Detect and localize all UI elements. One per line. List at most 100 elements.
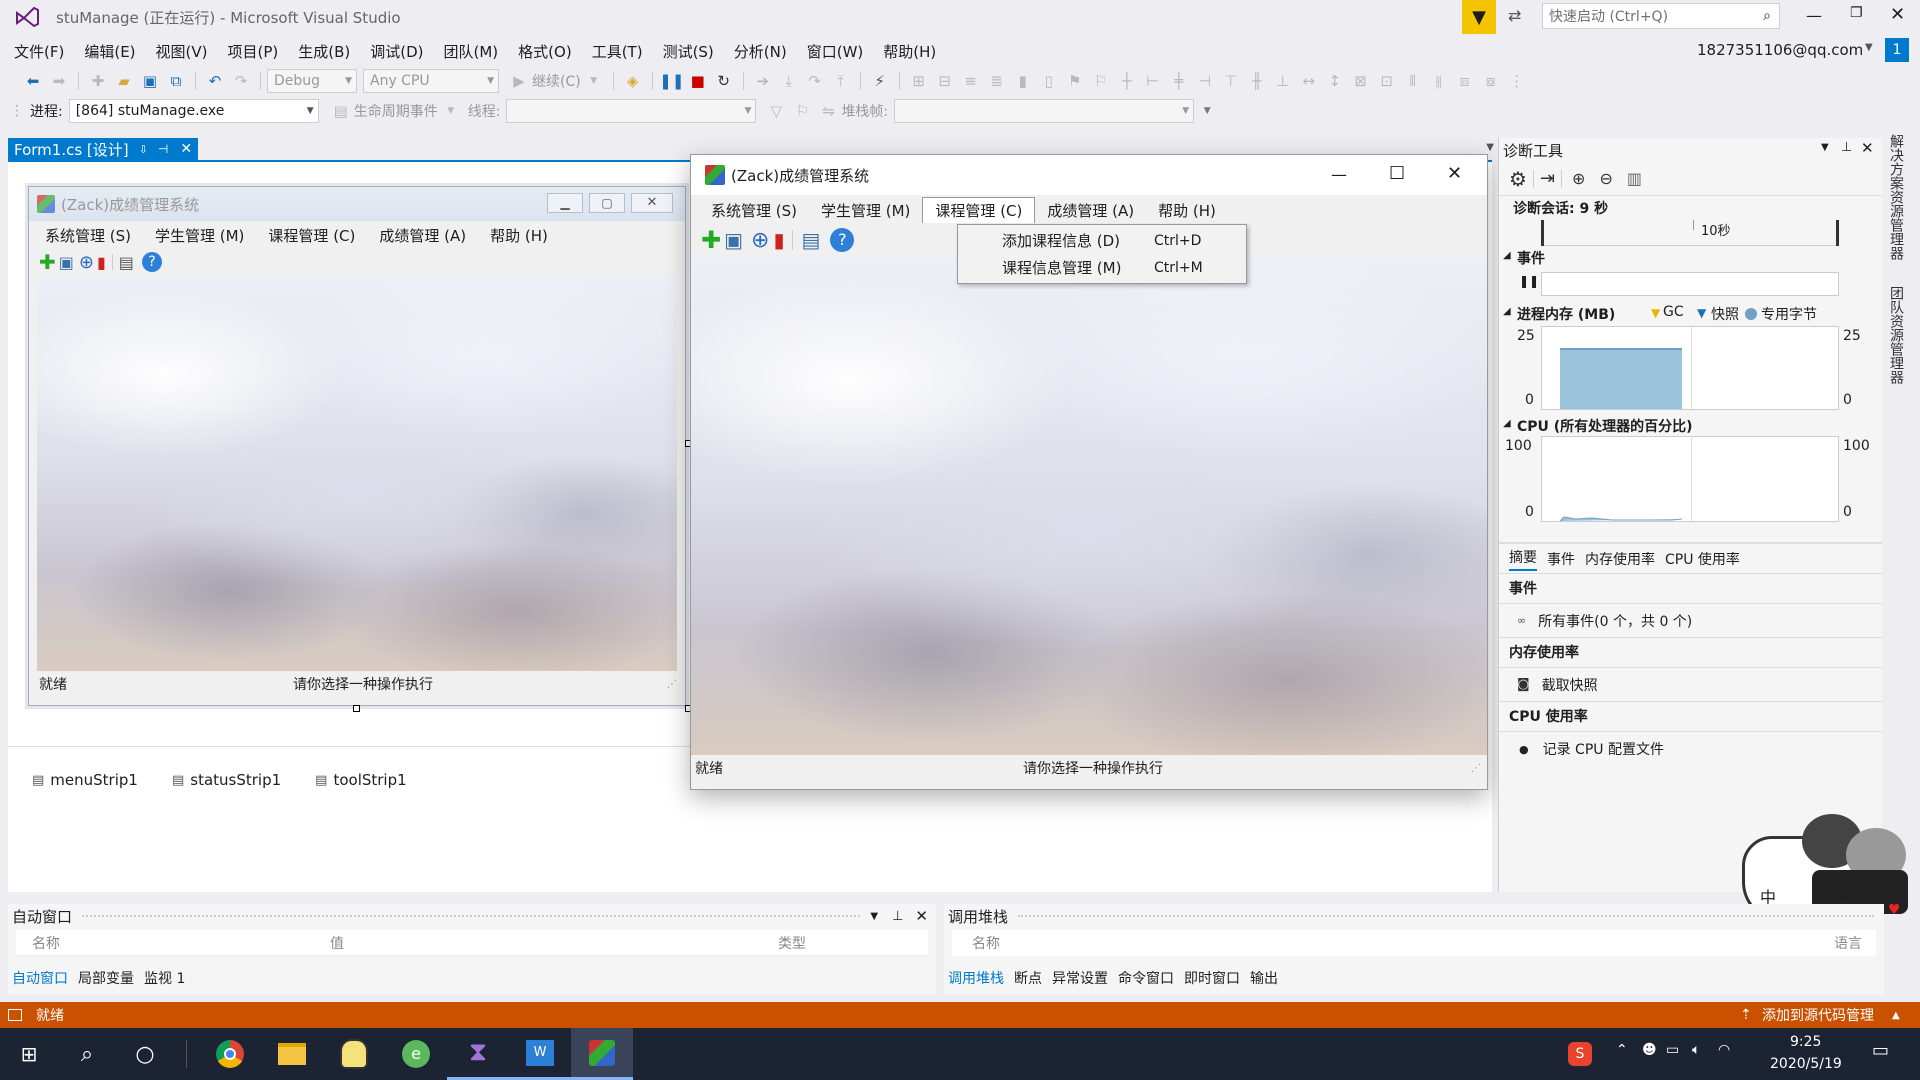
lifecycle-icon[interactable]: ▤ [329,99,353,123]
align-icon[interactable]: ⧇ [1479,69,1503,93]
bottom-tab[interactable]: 异常设置 [1052,968,1108,988]
layout-tool-icon[interactable]: ≡ [959,69,983,93]
redo-icon[interactable]: ↷ [229,69,253,93]
form-menu-item[interactable]: 帮助 (H) [478,225,560,246]
new-project-icon[interactable]: ✚ [86,69,110,93]
form-menu-item[interactable]: 系统管理 (S) [33,225,143,246]
chevron-down-icon[interactable]: ▼ [582,69,606,93]
close-icon[interactable]: ✕ [915,907,928,925]
bottom-tab[interactable]: 输出 [1250,968,1278,988]
menu-item[interactable]: 帮助(H) [873,41,946,62]
upload-icon[interactable]: ⇡ [1740,1007,1752,1023]
document-icon[interactable]: ▤ [119,253,134,272]
diagnostics-tab[interactable]: CPU 使用率 [1665,549,1740,569]
search-icon[interactable]: ⌕ [58,1042,116,1067]
form-menu-item[interactable]: 成绩管理 (A) [367,225,478,246]
attach-icon[interactable]: ◈ [621,69,645,93]
component-tray-item[interactable]: ▤ toolStrip1 [315,771,407,789]
design-form[interactable]: (Zack)成绩管理系统 ▁ ▢ ✕ 系统管理 (S) 学生管理 (M) 课程管理 … [28,186,686,706]
clock-time[interactable]: 9:25 [1790,1034,1821,1050]
close-button[interactable]: ✕ [631,193,673,213]
side-tab-solution-explorer[interactable]: 解决方案资源管理器 [1886,134,1906,260]
open-file-icon[interactable]: ▰ [112,69,136,93]
stumanage-taskbar-icon[interactable] [571,1028,633,1080]
visual-studio-taskbar-icon[interactable]: ⧗ [447,1028,509,1080]
bottom-tab[interactable]: 自动窗口 [12,968,68,988]
form-menu-item[interactable]: 系统管理 (S) [699,198,809,223]
maximize-button[interactable]: ☐ [1389,163,1405,184]
notification-icon[interactable]: ▭ [1872,1040,1889,1061]
account-email[interactable]: 1827351106@qq.com [1697,41,1863,59]
qq-tray-icon[interactable]: ☻ [1642,1042,1657,1058]
align-icon[interactable]: ⊠ [1349,69,1373,93]
save-all-icon[interactable]: ⧉ [164,69,188,93]
help-icon[interactable]: ? [141,252,162,272]
form-menu-item[interactable]: 课程管理 (C) [922,197,1036,223]
play-icon[interactable]: ▶ [507,69,531,93]
menu-item[interactable]: 项目(P) [218,41,289,62]
align-icon[interactable]: ↕ [1323,69,1347,93]
flag-icon[interactable]: ⚐ [790,99,814,123]
menu-item[interactable]: 格式(O) [508,41,582,62]
show-next-statement-icon[interactable]: ➔ [751,69,775,93]
lifecycle-events-button[interactable]: 生命周期事件 [354,101,438,121]
add-icon[interactable]: ✚ [701,226,721,254]
align-icon[interactable]: ⧈ [1453,69,1477,93]
design-form-titlebar[interactable]: (Zack)成绩管理系统 ▁ ▢ ✕ [29,187,685,221]
pause-icon[interactable]: ❚❚ [1519,274,1539,288]
align-icon[interactable]: ⫴ [1401,69,1425,93]
account-chevron-icon[interactable]: ▼ [1865,42,1873,53]
battery-icon[interactable]: ▭ [1666,1042,1679,1058]
tab-menu-icon[interactable]: ⇩ [139,143,148,156]
account-badge[interactable]: 1 [1885,38,1909,62]
bookmark-icon[interactable]: ▮ [1011,69,1035,93]
timeline-ruler[interactable]: 10秒 [1541,220,1839,246]
align-icon[interactable]: ╪ [1167,69,1191,93]
file-explorer-icon[interactable] [261,1043,323,1065]
resize-grip-icon[interactable]: ⋰ [1471,763,1481,774]
clock-date[interactable]: 2020/5/19 [1770,1056,1842,1072]
toolbar-overflow-icon[interactable]: ⋮ [1505,69,1529,93]
align-icon[interactable]: ┼ [1115,69,1139,93]
restart-icon[interactable]: ↻ [712,69,736,93]
align-icon[interactable]: ⊡ [1375,69,1399,93]
resize-grip-icon[interactable]: ⋰ [667,679,677,690]
monitor-icon[interactable]: ▣ [724,228,743,252]
platform-dropdown[interactable]: Any CPU ▼ [363,69,499,93]
hot-reload-icon[interactable]: ⚡ [868,69,892,93]
monitor-icon[interactable]: ▣ [59,253,74,272]
form-menu-item[interactable]: 帮助 (H) [1146,198,1228,223]
collapse-icon[interactable]: ◢ [1503,306,1511,317]
collapse-icon[interactable]: ◢ [1503,418,1511,429]
step-into-icon[interactable]: ⤓ [777,69,801,93]
form-menu-item[interactable]: 学生管理 (M) [809,198,922,223]
save-icon[interactable]: ▣ [138,69,162,93]
minimize-button[interactable]: — [1806,6,1822,25]
bottom-tab[interactable]: 监视 1 [144,968,185,988]
tab-form1-design[interactable]: Form1.cs [设计] ⇩ ⊣ ✕ [8,138,199,160]
menu-item[interactable]: 文件(F) [4,41,74,62]
feedback-icon[interactable]: ⇄ [1508,6,1521,25]
take-snapshot-button[interactable]: 截取快照 [1542,675,1598,695]
close-button[interactable]: ✕ [1447,163,1462,184]
wifi-icon[interactable]: ◠ [1718,1042,1730,1058]
toolbar-overflow-icon[interactable]: ▼ [1195,99,1219,123]
zoom-out-icon[interactable]: ⊖ [1599,169,1612,188]
align-icon[interactable]: ╫ [1245,69,1269,93]
menu-item[interactable]: 生成(B) [288,41,360,62]
align-icon[interactable]: ⫵ [1427,69,1451,93]
book-icon[interactable]: ▮ [773,228,784,252]
config-dropdown[interactable]: Debug ▼ [267,69,357,93]
menu-item[interactable]: 窗口(W) [797,41,874,62]
menu-item[interactable]: 调试(D) [360,41,433,62]
diagnostics-tab[interactable]: 内存使用率 [1585,549,1655,569]
minimize-button[interactable]: — [1331,165,1347,184]
step-over-icon[interactable]: ↷ [803,69,827,93]
column-header[interactable]: 名称 [972,933,1000,953]
tray-chevron-icon[interactable]: ⌃ [1616,1042,1628,1058]
tab-overflow-icon[interactable]: ▼ [1486,142,1494,153]
form-menu-item[interactable]: 课程管理 (C) [256,225,367,246]
layout-tool-icon[interactable]: ≣ [985,69,1009,93]
undo-icon[interactable]: ↶ [203,69,227,93]
sogou-ime-icon[interactable]: S [1568,1042,1592,1066]
